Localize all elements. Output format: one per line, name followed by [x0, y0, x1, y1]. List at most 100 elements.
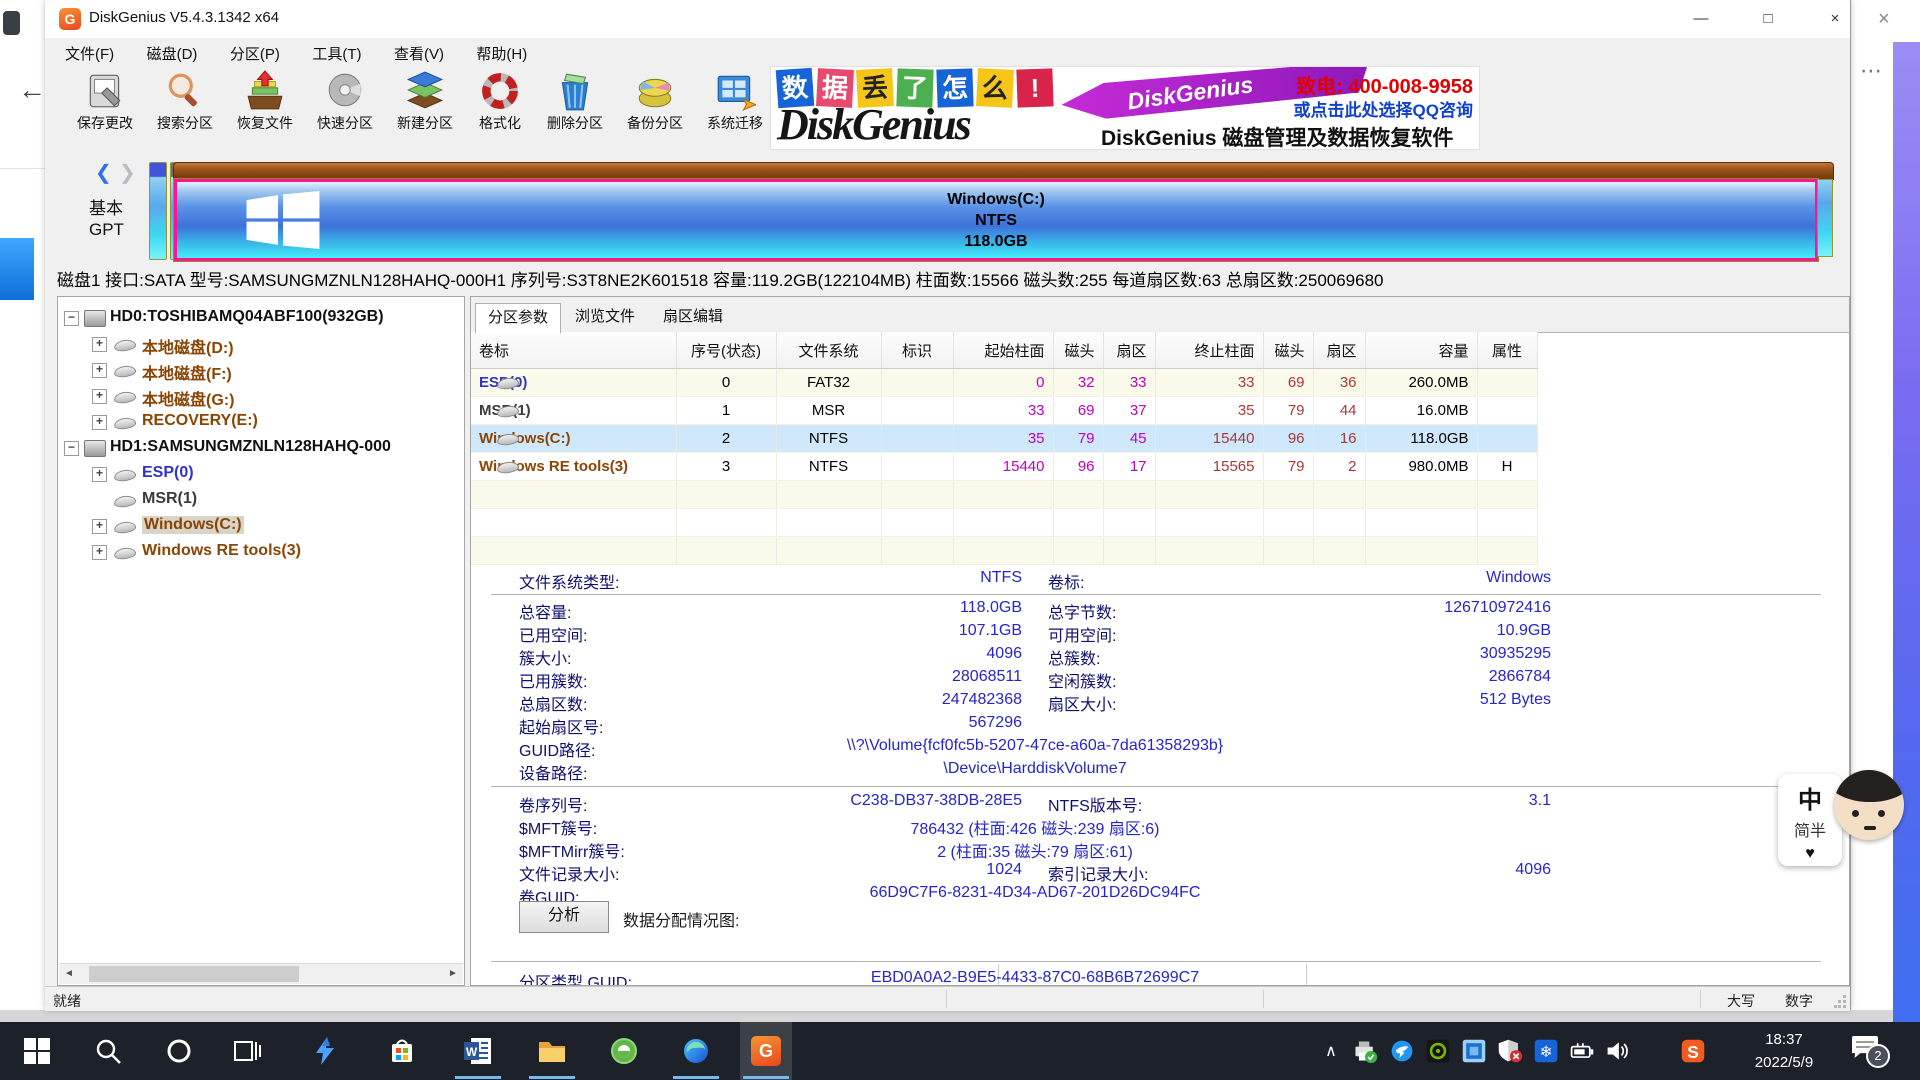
tree-item-local-f[interactable]: + 本地磁盘(F:) — [58, 357, 464, 383]
table-row-windows-selected[interactable]: Windows(C:) 2 NTFS 35 79 45 15440 96 16 … — [471, 425, 1537, 453]
tray-ime-indicator[interactable] — [1638, 1036, 1668, 1066]
scroll-right-icon[interactable]: ► — [443, 964, 463, 984]
recover-files-button[interactable]: 恢复文件 — [225, 68, 305, 148]
maximize-button[interactable]: □ — [1742, 0, 1794, 38]
tray-power-icon[interactable] — [1567, 1036, 1597, 1066]
delete-partition-button[interactable]: 删除分区 — [535, 68, 615, 148]
save-changes-button[interactable]: 保存更改 — [65, 68, 145, 148]
backup-partition-button[interactable]: 备份分区 — [615, 68, 695, 148]
start-button[interactable] — [13, 1027, 61, 1075]
tree-horizontal-scrollbar[interactable]: ◄ ► — [59, 963, 463, 984]
tree-item-windows-c[interactable]: + Windows(C:) — [58, 513, 464, 539]
word-button[interactable]: W — [454, 1027, 502, 1075]
menu-partition[interactable]: 分区(P) — [216, 38, 294, 69]
task-view-button[interactable] — [223, 1027, 271, 1075]
col-filesystem[interactable]: 文件系统 — [776, 332, 881, 369]
resize-grip[interactable] — [1834, 995, 1846, 1007]
menu-view[interactable]: 查看(V) — [380, 38, 458, 69]
tab-partition-parameters[interactable]: 分区参数 — [475, 303, 561, 334]
menu-file[interactable]: 文件(F) — [51, 38, 128, 69]
nav-next-disk-icon[interactable]: ❯ — [119, 160, 136, 185]
ime-float-widget[interactable]: 中 简半 ♥ — [1778, 770, 1904, 870]
taskbar-search-button[interactable] — [84, 1027, 132, 1075]
new-partition-button[interactable]: 新建分区 — [385, 68, 465, 148]
cell-start-sec: 17 — [1103, 453, 1155, 481]
col-end-head[interactable]: 磁头 — [1263, 332, 1313, 369]
tray-intel-graphics-icon[interactable] — [1459, 1036, 1489, 1066]
tree-item-hd0[interactable]: − HD0:TOSHIBAMQ04ABF100(932GB) — [58, 305, 464, 331]
table-row-empty — [471, 509, 1537, 537]
file-explorer-button[interactable] — [528, 1027, 576, 1075]
format-button[interactable]: 格式化 — [460, 68, 540, 148]
expand-toggle-icon[interactable]: + — [92, 337, 107, 352]
search-partition-button[interactable]: 搜索分区 — [145, 68, 225, 148]
col-capacity[interactable]: 容量 — [1365, 332, 1477, 369]
nav-prev-disk-icon[interactable]: ❮ — [95, 160, 112, 185]
expand-toggle-icon[interactable]: + — [92, 363, 107, 378]
menu-tools[interactable]: 工具(T) — [298, 38, 375, 69]
tray-snowflake-icon[interactable]: ❄ — [1531, 1036, 1561, 1066]
cortana-button[interactable] — [155, 1027, 203, 1075]
table-row-windows-re[interactable]: Windows RE tools(3) 3 NTFS 15440 96 17 1… — [471, 453, 1537, 481]
tab-browse-files[interactable]: 浏览文件 — [563, 303, 647, 332]
system-migration-button[interactable]: 系统迁移 — [695, 68, 775, 148]
col-start-cylinder[interactable]: 起始柱面 — [953, 332, 1053, 369]
browser-360-button[interactable] — [600, 1027, 648, 1075]
expand-toggle-icon[interactable]: + — [92, 467, 107, 482]
tray-sogou-icon[interactable]: S — [1678, 1036, 1708, 1066]
close-button[interactable]: × — [1809, 0, 1861, 38]
scroll-left-icon[interactable]: ◄ — [59, 964, 79, 984]
tree-item-recovery-e[interactable]: + RECOVERY(E:) — [58, 409, 464, 435]
col-start-sector[interactable]: 扇区 — [1103, 332, 1155, 369]
tree-item-local-d[interactable]: + 本地磁盘(D:) — [58, 331, 464, 357]
expand-toggle-icon[interactable]: + — [92, 519, 107, 534]
tree-item-hd1[interactable]: − HD1:SAMSUNGMZNLN128HAHQ-000 — [58, 435, 464, 461]
analyze-button[interactable]: 分析 — [519, 901, 609, 933]
sticker-mouth — [1864, 826, 1876, 830]
tray-expand-icon[interactable]: ∧ — [1316, 1036, 1346, 1066]
scrollbar-thumb[interactable] — [89, 966, 299, 982]
banner-qq-link[interactable]: 或点击此处选择QQ咨询 — [1294, 96, 1473, 121]
tree-item-msr[interactable]: MSR(1) — [58, 487, 464, 513]
col-end-cylinder[interactable]: 终止柱面 — [1155, 332, 1263, 369]
expand-toggle-icon[interactable]: + — [92, 389, 107, 404]
tab-sector-edit[interactable]: 扇区编辑 — [651, 303, 735, 332]
expand-toggle-icon[interactable]: + — [92, 545, 107, 560]
taskbar-clock[interactable]: 18:37 2022/5/9 — [1732, 1028, 1836, 1074]
tray-nvidia-icon[interactable] — [1423, 1036, 1453, 1066]
ime-panel[interactable]: 中 简半 ♥ — [1778, 774, 1842, 866]
minimize-button[interactable]: — — [1675, 0, 1727, 38]
tray-dingtalk-icon[interactable] — [1387, 1036, 1417, 1066]
menu-help[interactable]: 帮助(H) — [462, 38, 541, 69]
tray-security-icon[interactable] — [1495, 1036, 1525, 1066]
table-row-esp[interactable]: ESP(0) 0 FAT32 0 32 33 33 69 36 260.0MB — [471, 369, 1537, 397]
col-end-sector[interactable]: 扇区 — [1313, 332, 1365, 369]
tray-volume-icon[interactable] — [1603, 1036, 1633, 1066]
cell-start-sec: 45 — [1103, 425, 1155, 453]
pinned-app-lightning[interactable] — [301, 1027, 349, 1075]
partition-block-re-tools[interactable] — [1817, 179, 1833, 257]
tree-item-esp[interactable]: + ESP(0) — [58, 461, 464, 487]
collapse-toggle-icon[interactable]: − — [64, 311, 79, 326]
edge-button[interactable] — [672, 1027, 720, 1075]
tree-item-windows-re[interactable]: + Windows RE tools(3) — [58, 539, 464, 565]
microsoft-store-button[interactable] — [378, 1027, 426, 1075]
partition-block-windows-selected[interactable]: Windows(C:) NTFS 118.0GB — [174, 179, 1818, 261]
partition-block-esp[interactable] — [149, 162, 167, 260]
tray-printer-icon[interactable] — [1350, 1036, 1380, 1066]
notification-center-button[interactable]: 2 — [1852, 1036, 1882, 1062]
table-row-msr[interactable]: MSR(1) 1 MSR 33 69 37 35 79 44 16.0MB — [471, 397, 1537, 425]
promo-banner[interactable]: 数 据 丢 了 怎 么 ! DiskGenius DiskGenius 致电: … — [770, 66, 1480, 150]
tree-item-local-g[interactable]: + 本地磁盘(G:) — [58, 383, 464, 409]
cortana-icon — [164, 1036, 194, 1066]
col-start-head[interactable]: 磁头 — [1053, 332, 1103, 369]
col-volume-label[interactable]: 卷标 — [471, 332, 676, 369]
col-seq-status[interactable]: 序号(状态) — [676, 332, 776, 369]
diskgenius-taskbar-button[interactable]: G — [742, 1027, 790, 1075]
collapse-toggle-icon[interactable]: − — [64, 441, 79, 456]
expand-toggle-icon[interactable]: + — [92, 415, 107, 430]
col-attribute[interactable]: 属性 — [1477, 332, 1537, 369]
col-flag[interactable]: 标识 — [881, 332, 953, 369]
quick-partition-button[interactable]: 快速分区 — [305, 68, 385, 148]
menu-disk[interactable]: 磁盘(D) — [133, 38, 212, 69]
